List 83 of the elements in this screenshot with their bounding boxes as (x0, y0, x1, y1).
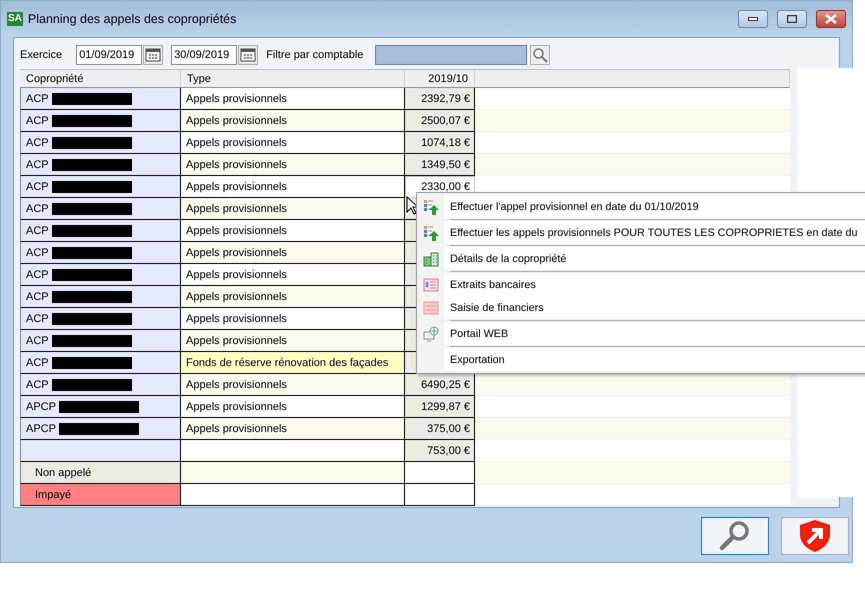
table-cell: Appels provisionnels (181, 396, 405, 418)
table-cell: Appels provisionnels (181, 88, 405, 110)
table-cell: 6490,25 € (405, 374, 475, 396)
calendar-button[interactable] (238, 45, 258, 65)
table-cell: Appels provisionnels (181, 286, 405, 308)
mouse-cursor-icon (406, 196, 418, 215)
menu-item[interactable]: Effectuer l'appel provisionnel en date du 01/10/2019 (417, 195, 865, 218)
table-cell: Fonds de réserve rénovation des façades (181, 352, 405, 374)
start-date-field[interactable]: 01/09/2019 (76, 45, 142, 65)
accountant-filter-label: Filtre par comptable (266, 49, 364, 61)
property-name: ACP (26, 312, 49, 324)
menu-item[interactable]: Effectuer les appels provisionnels POUR TOUTES LES COPROPRIETES en date du (417, 221, 865, 244)
column-header[interactable]: Type (181, 69, 405, 88)
property-name: ACP (26, 158, 49, 170)
table-cell: Non appelé (20, 462, 181, 484)
property-name: ACP (26, 202, 49, 214)
list-upload-icon (422, 198, 438, 214)
globe-monitor-icon (422, 326, 438, 342)
table-cell: Appels provisionnels (181, 242, 405, 264)
close-button[interactable] (816, 10, 846, 28)
table-cell: 1349,50 € (405, 154, 475, 176)
table-cell: Appels provisionnels (181, 264, 405, 286)
menu-item[interactable]: Exportation (417, 348, 865, 371)
property-name: ACP (26, 378, 49, 390)
property-name: ACP (26, 92, 49, 104)
search-button[interactable] (701, 517, 769, 555)
table-cell: Appels provisionnels (181, 110, 405, 132)
table-cell: 1074,18 € (405, 132, 475, 154)
table-cell: Appels provisionnels (181, 220, 405, 242)
shield-arrow-icon (798, 519, 832, 553)
property-name: ACP (26, 114, 49, 126)
table-cell (405, 462, 475, 484)
table-cell: Appels provisionnels (181, 154, 405, 176)
table-cell: Impayé (20, 484, 181, 506)
table-cell (405, 484, 475, 506)
table-cell: Appels provisionnels (181, 132, 405, 154)
search-button[interactable] (530, 45, 550, 65)
table-cell: Appels provisionnels (181, 308, 405, 330)
column-header[interactable]: 2019/10 (405, 69, 475, 88)
property-name: APCP (26, 400, 56, 412)
menu-item[interactable]: Extraits bancaires (417, 273, 865, 296)
maximize-icon (787, 14, 797, 22)
property-name: ACP (26, 334, 49, 346)
menu-item[interactable]: Détails de la copropriété (417, 247, 865, 270)
menu-item[interactable]: Saisie de financiers (417, 296, 865, 319)
table-cell: 1299,87 € (405, 396, 475, 418)
table-cell: 753,00 € (405, 440, 475, 462)
accountant-filter-field[interactable] (375, 45, 528, 65)
table-cell: Appels provisionnels (181, 374, 405, 396)
property-name: ACP (26, 290, 49, 302)
search-icon (532, 47, 548, 63)
calendar-icon (145, 48, 162, 62)
property-name: ACP (26, 268, 49, 280)
calendar-icon (240, 48, 256, 62)
end-date-field[interactable]: 30/09/2019 (171, 45, 238, 65)
exit-button[interactable] (781, 517, 849, 555)
minimize-button[interactable] (738, 10, 768, 28)
property-name: APCP (26, 422, 56, 434)
property-name: ACP (26, 224, 49, 236)
property-name: ACP (26, 356, 49, 368)
menu-item[interactable]: Portail WEB (417, 322, 865, 345)
minimize-icon (748, 16, 758, 20)
property-name: ACP (26, 246, 49, 258)
property-name: ACP (26, 180, 49, 192)
property-name: ACP (26, 136, 49, 148)
table-cell: Appels provisionnels (181, 418, 405, 440)
window-title: Planning des appels des copropriétés (28, 12, 238, 26)
app-logo: SA (7, 12, 23, 26)
table-cell: Appels provisionnels (181, 176, 405, 198)
statement-icon (422, 278, 438, 292)
close-icon (825, 14, 837, 24)
form-icon (422, 300, 438, 314)
table-cell: 2500,07 € (405, 110, 475, 132)
table-cell: Appels provisionnels (181, 198, 405, 220)
table-cell: 2392,79 € (405, 88, 475, 110)
building-icon (422, 250, 438, 266)
exercise-label: Exercice (20, 49, 62, 61)
table-cell: 375,00 € (405, 418, 475, 440)
maximize-button[interactable] (777, 10, 807, 28)
calendar-button[interactable] (143, 45, 164, 65)
list-upload-icon (422, 224, 438, 240)
table-cell: Appels provisionnels (181, 330, 405, 352)
column-header[interactable]: Copropriété (20, 69, 181, 88)
